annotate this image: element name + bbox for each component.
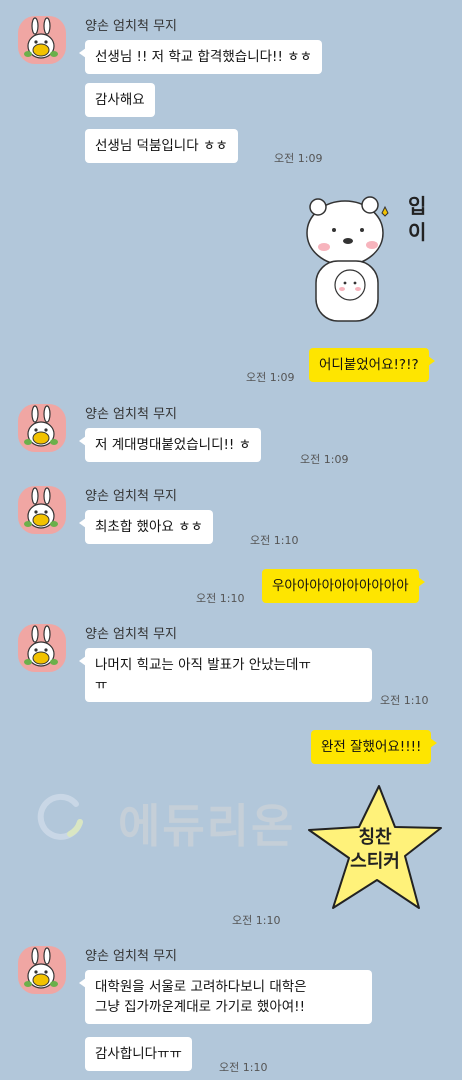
bear-sticker-image — [306, 196, 389, 322]
chat-bubble[interactable]: 최초합 했아요 ㅎㅎ — [79, 510, 213, 544]
sender-name: 양손 엄치척 무지 — [85, 489, 177, 504]
avatar[interactable] — [18, 16, 66, 64]
muzi-icon — [24, 625, 58, 667]
message-time: 오전 1:10 — [380, 694, 429, 707]
watermark-text: 에듀리온 — [118, 799, 296, 853]
chat-bubble[interactable]: 어디붙었어요!?!? — [309, 348, 435, 382]
watermark-logo-icon — [36, 792, 86, 842]
message-text: 대학원을 서울로 고려하다보니 대학은 — [95, 979, 307, 995]
avatar[interactable] — [18, 624, 66, 672]
avatar[interactable] — [18, 486, 66, 534]
message-text: 그냥 집가까운계대로 가기로 했아여!! — [95, 999, 305, 1015]
message-time: 오전 1:10 — [250, 534, 299, 547]
muzi-icon — [24, 487, 58, 529]
message-text: 감사합니다ㅠㅠ — [95, 1046, 182, 1062]
sticker-text: 입 이 — [408, 194, 427, 244]
message-time: 오전 1:09 — [246, 371, 295, 384]
star-sticker[interactable]: 칭찬 스티커 — [305, 782, 445, 917]
sender-name: 양손 엄치척 무지 — [85, 949, 177, 964]
message-text: 감사해요 — [95, 92, 145, 108]
message-time: 오전 1:10 — [219, 1061, 268, 1074]
chat-bubble[interactable]: 저 계대명대붙었습니디!! ㅎ — [78, 428, 262, 462]
muzi-icon — [24, 947, 58, 989]
chat-bubble[interactable]: 우아아아아아아아아아아 — [262, 569, 425, 603]
avatar[interactable] — [18, 404, 66, 452]
chat-bubble[interactable]: 대학원을 서울로 고려하다보니 대학은 그냥 집가까운계대로 가기로 했아여!! — [79, 970, 372, 1024]
chat-bubble[interactable]: 감사해요 — [85, 83, 155, 117]
message-time: 오전 1:09 — [274, 152, 323, 165]
sender-name: 양손 엄치척 무지 — [85, 407, 177, 422]
message-text: 나머지 힉교는 아직 발표가 안났는데ㅠ — [95, 657, 311, 673]
message-text: 최초합 했아요 ㅎㅎ — [95, 519, 203, 535]
chat-bubble[interactable]: 선생님 !! 저 학교 합격했습니다!! ㅎㅎ — [79, 40, 322, 74]
sender-name: 양손 엄치척 무지 — [85, 627, 177, 642]
message-text: 우아아아아아아아아아아 — [272, 578, 409, 594]
sender-name: 양손 엄치척 무지 — [85, 19, 177, 34]
chat-bubble[interactable]: 선생님 덕붐입니다 ㅎㅎ — [85, 129, 238, 163]
bear-sticker[interactable]: 입 이 — [300, 185, 450, 335]
message-text: ㅠ — [95, 677, 108, 693]
message-time: 오전 1:09 — [300, 453, 349, 466]
sticker-text: 칭찬 스티커 — [350, 827, 400, 872]
muzi-icon — [24, 405, 58, 447]
message-text: 선생님 !! 저 학교 합격했습니다!! ㅎㅎ — [95, 49, 312, 65]
message-text: 선생님 덕붐입니다 ㅎㅎ — [95, 138, 228, 154]
message-text: 저 계대명대붙었습니디!! ㅎ — [95, 437, 252, 453]
message-text: 어디붙었어요!?!? — [319, 357, 419, 373]
chat-bubble[interactable]: 완전 잘했어요!!!! — [311, 730, 438, 764]
chat-bubble[interactable]: 감사합니다ㅠㅠ — [85, 1037, 192, 1071]
message-time: 오전 1:10 — [196, 592, 245, 605]
message-time: 오전 1:10 — [232, 914, 281, 927]
avatar[interactable] — [18, 946, 66, 994]
muzi-icon — [24, 17, 58, 59]
message-text: 완전 잘했어요!!!! — [321, 739, 422, 755]
chat-bubble[interactable]: 나머지 힉교는 아직 발표가 안났는데ㅠ ㅠ — [79, 648, 372, 702]
